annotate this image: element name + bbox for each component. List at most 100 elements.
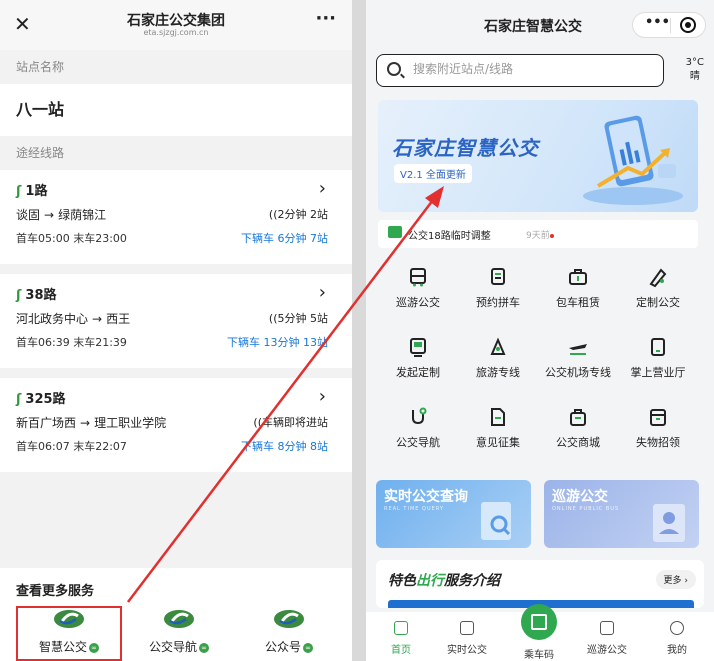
route-next-bus: 下辆车 13分钟 13站 — [227, 336, 328, 349]
phone-chart-illustration-icon — [583, 115, 683, 205]
chevron-right-icon[interactable]: › — [319, 178, 326, 199]
route-direction: 新百广场西 → 理工职业学院 — [16, 416, 167, 430]
bus-icon — [460, 621, 474, 635]
page-title: 石家庄公交集团 — [127, 13, 225, 29]
card-realtime-query[interactable]: 实时公交查询 REAL TIME QUERY — [376, 480, 531, 548]
highlight-box — [16, 606, 122, 661]
document-icon — [491, 408, 505, 426]
grid-item-carpool[interactable]: 预约拼车 — [458, 258, 538, 328]
feature-intro-title: 特色出行服务介绍 — [388, 573, 500, 589]
grid-item-tourism-line[interactable]: 旅游专线 — [458, 328, 538, 398]
cruise-icon — [600, 621, 614, 635]
grid-item-lost-found[interactable]: 失物招领 — [618, 398, 698, 468]
route-next-bus: 下辆车 6分钟 7站 — [241, 232, 328, 245]
notice-time: 9天前 — [526, 228, 554, 241]
route-name: ʃ 1路 — [16, 184, 48, 199]
route-icon: ʃ — [16, 288, 22, 303]
more-button[interactable]: 更多 › — [655, 570, 696, 589]
search-icon — [387, 62, 401, 76]
search-input[interactable] — [413, 62, 643, 76]
airplane-icon — [569, 344, 587, 355]
service-bus-nav[interactable]: 公交导航 ∞ — [124, 608, 234, 655]
bus-logo-icon — [271, 608, 307, 630]
tab-realtime-bus[interactable]: 实时公交 — [432, 612, 502, 661]
grid-item-cruise-bus[interactable]: 巡游公交 — [378, 258, 458, 328]
banner-title: 石家庄智慧公交 — [392, 136, 539, 160]
box-icon — [650, 409, 666, 426]
miniprogram-capsule[interactable]: ••• — [632, 12, 706, 38]
magnifier-doc-icon — [481, 502, 511, 540]
grid-item-bus-nav[interactable]: 公交导航 — [378, 398, 458, 468]
route-eta: ((5分钟 5站 — [268, 312, 328, 325]
chevron-right-icon[interactable]: › — [319, 282, 326, 303]
grid-item-custom-bus[interactable]: 定制公交 — [618, 258, 698, 328]
weather-temp: 3°C — [685, 57, 704, 68]
briefcase-icon — [569, 269, 587, 285]
feature-intro: 特色出行服务介绍 更多 › — [376, 560, 704, 608]
route-times: 首车06:39 末车21:39 — [16, 336, 127, 349]
route-icon: ʃ — [16, 184, 22, 199]
grid-item-mobile-hall[interactable]: 掌上营业厅 — [618, 328, 698, 398]
right-screen: 石家庄智慧公交 ••• 3°C 晴 石家庄智慧公交 V2.1 全面更新 — [366, 0, 714, 661]
route-name: ʃ 38路 — [16, 288, 57, 303]
station-name: 八一站 — [0, 84, 352, 136]
close-target-icon[interactable] — [680, 17, 696, 33]
search-bar[interactable] — [376, 54, 664, 87]
weather-widget: 3°C 晴 — [686, 56, 704, 84]
home-icon — [394, 621, 408, 635]
shop-icon — [570, 409, 586, 426]
route-eta: ((2分钟 2站 — [268, 208, 328, 221]
left-screen: ✕ 石家庄公交集团 eta.sjzgj.com.cn ··· 站点名称 八一站 … — [0, 0, 352, 661]
route-times: 首车06:07 末车22:07 — [16, 440, 127, 453]
grid-item-feedback[interactable]: 意见征集 — [458, 398, 538, 468]
notice-bar[interactable]: 公交18路临时调整 9天前 — [378, 220, 698, 248]
bus-front-icon — [410, 338, 426, 357]
tab-mine[interactable]: 我的 — [642, 612, 712, 661]
tablet-icon — [651, 338, 665, 356]
bus-icon — [410, 268, 426, 287]
more-menu-icon[interactable]: ··· — [315, 8, 336, 29]
notice-text: 公交18路临时调整 — [408, 231, 491, 242]
left-header: ✕ 石家庄公交集团 eta.sjzgj.com.cn ··· — [0, 0, 352, 50]
more-dots-icon[interactable]: ••• — [645, 15, 670, 30]
custom-route-icon — [649, 268, 667, 288]
route-next-bus: 下辆车 8分钟 8站 — [241, 440, 328, 453]
notice-icon — [388, 226, 402, 238]
tab-cruise-bus[interactable]: 巡游公交 — [572, 612, 642, 661]
bus-logo-icon — [161, 608, 197, 630]
grid-item-charter[interactable]: 包车租赁 — [538, 258, 618, 328]
qr-code-icon[interactable] — [521, 604, 557, 640]
unread-dot — [549, 233, 554, 238]
more-services-title: 查看更多服务 — [16, 584, 95, 599]
route-name: ʃ 325路 — [16, 392, 66, 407]
route-direction: 河北政务中心 → 西王 — [16, 312, 131, 326]
promo-banner[interactable]: 石家庄智慧公交 V2.1 全面更新 — [378, 100, 698, 212]
chevron-right-icon[interactable]: › — [319, 386, 326, 407]
travel-icon — [490, 337, 506, 355]
grid-item-airport-line[interactable]: 公交机场专线 — [538, 328, 618, 398]
feature-cards: 实时公交查询 REAL TIME QUERY 巡游公交 ONLINE PUBLI… — [376, 480, 706, 550]
route-card[interactable]: ʃ 325路 › 新百广场西 → 理工职业学院 ((车辆即将进站 首车06:07 末车… — [0, 378, 352, 472]
route-icon: ʃ — [16, 392, 22, 407]
right-header: 石家庄智慧公交 ••• — [366, 0, 714, 52]
user-icon — [670, 621, 684, 635]
grid-item-initiate-custom[interactable]: 发起定制 — [378, 328, 458, 398]
link-icon: ∞ — [303, 642, 313, 653]
route-card[interactable]: ʃ 38路 › 河北政务中心 → 西王 ((5分钟 5站 首车06:39 末车21:3… — [0, 274, 352, 368]
weather-condition: 晴 — [689, 71, 700, 82]
app-title: 石家庄智慧公交 — [484, 19, 582, 35]
page-domain: eta.sjzgj.com.cn — [143, 28, 209, 37]
route-direction: 谈固 → 绿荫锦江 — [16, 208, 107, 222]
service-official-account[interactable]: 公众号 ∞ — [234, 608, 344, 655]
navigation-icon — [412, 407, 427, 425]
station-section-label: 站点名称 — [16, 60, 65, 74]
id-card-icon — [653, 504, 685, 542]
route-eta: ((车辆即将进站 — [253, 416, 328, 429]
grid-item-shop[interactable]: 公交商城 — [538, 398, 618, 468]
carpool-icon — [491, 268, 505, 285]
route-times: 首车05:00 末车23:00 — [16, 232, 127, 245]
link-icon: ∞ — [199, 642, 209, 653]
card-cruise-bus[interactable]: 巡游公交 ONLINE PUBLIC BUS — [544, 480, 699, 548]
tab-home[interactable]: 首页 — [366, 612, 436, 661]
route-card[interactable]: ʃ 1路 › 谈固 → 绿荫锦江 ((2分钟 2站 首车05:00 末车23:00 下… — [0, 170, 352, 264]
